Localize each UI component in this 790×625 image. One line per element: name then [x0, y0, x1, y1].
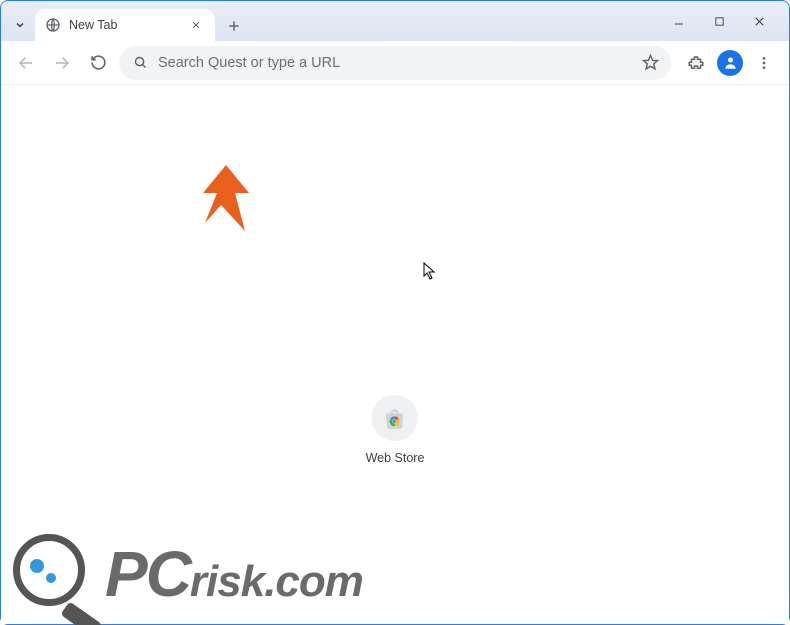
- minimize-button[interactable]: [665, 7, 693, 35]
- tab-title: New Tab: [69, 18, 179, 32]
- window-controls: [665, 1, 781, 41]
- arrow-left-icon: [17, 54, 35, 72]
- annotation-arrow-icon: [191, 165, 261, 245]
- watermark-logo: PCrisk.com: [13, 534, 777, 614]
- arrow-right-icon: [53, 54, 71, 72]
- cursor-icon: [423, 262, 437, 280]
- nav-back-button[interactable]: [11, 48, 41, 78]
- puzzle-icon: [687, 54, 705, 72]
- tab-close-button[interactable]: [187, 16, 205, 34]
- shortcut-web-store[interactable]: Web Store: [366, 395, 425, 465]
- tab-strip: New Tab: [1, 1, 789, 41]
- plus-icon: [227, 19, 241, 33]
- minimize-icon: [673, 15, 685, 27]
- globe-icon: [45, 17, 61, 33]
- avatar: [717, 50, 743, 76]
- dots-vertical-icon: [756, 55, 772, 71]
- omnibox[interactable]: [119, 46, 671, 80]
- chevron-down-icon: [14, 19, 26, 31]
- profile-button[interactable]: [715, 48, 745, 78]
- star-icon: [642, 54, 659, 71]
- watermark-text: PCrisk.com: [105, 542, 363, 606]
- reload-button[interactable]: [83, 48, 113, 78]
- watermark: PCrisk.com: [13, 534, 777, 614]
- new-tab-button[interactable]: [219, 11, 249, 41]
- address-input[interactable]: [158, 55, 632, 71]
- toolbar-right: [681, 48, 779, 78]
- toolbar: [1, 41, 789, 85]
- person-icon: [723, 55, 738, 70]
- maximize-icon: [714, 16, 725, 27]
- tab-search-dropdown[interactable]: [5, 9, 35, 41]
- search-icon: [133, 55, 148, 70]
- close-icon: [191, 20, 201, 30]
- bookmark-button[interactable]: [642, 54, 659, 71]
- window-close-button[interactable]: [745, 7, 773, 35]
- shortcut-tile: [372, 395, 418, 441]
- active-tab[interactable]: New Tab: [35, 9, 215, 41]
- close-icon: [753, 15, 766, 28]
- nav-forward-button[interactable]: [47, 48, 77, 78]
- maximize-button[interactable]: [705, 7, 733, 35]
- extensions-button[interactable]: [681, 48, 711, 78]
- page-content: Web Store PCrisk.com: [1, 85, 789, 624]
- app-menu-button[interactable]: [749, 48, 779, 78]
- shortcut-label: Web Store: [366, 451, 425, 465]
- browser-window: New Tab: [0, 0, 790, 625]
- reload-icon: [90, 54, 107, 71]
- web-store-icon: [382, 405, 408, 431]
